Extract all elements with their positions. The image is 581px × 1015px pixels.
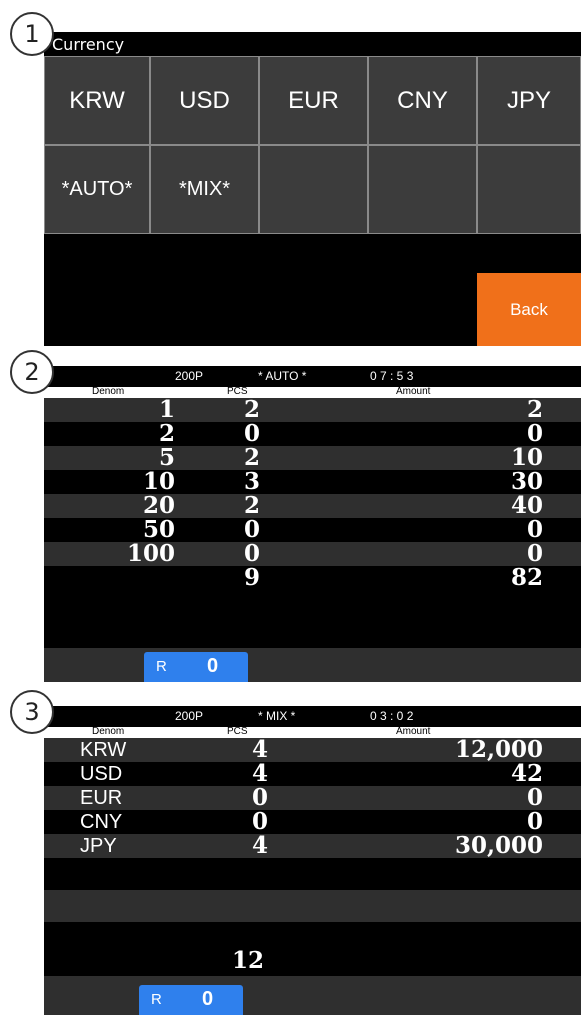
column-header: Denom PCS Amount	[44, 386, 581, 398]
footer-bar: R 0	[44, 976, 581, 1015]
currency-table: KRW 4 12,000 USD 4 42 EUR 0 0 CNY 0 0 JP…	[44, 738, 581, 922]
amount-value: 0	[526, 516, 543, 543]
pcs-header: PCS	[227, 726, 248, 737]
denom-value: 20	[142, 492, 175, 519]
empty-slot-button[interactable]	[477, 145, 581, 234]
table-row: 5 2 10	[44, 446, 581, 470]
screen-title: Currency	[52, 35, 125, 54]
step-badge-3: 3	[10, 690, 54, 734]
table-row: 50 0 0	[44, 518, 581, 542]
mode-label: * MIX *	[258, 709, 296, 723]
reject-label: R	[156, 658, 167, 675]
table-row: 1 2 2	[44, 398, 581, 422]
reject-counter-button[interactable]: R 0	[139, 985, 243, 1015]
amount-value: 0	[526, 808, 543, 835]
mix-count-screen: 200P * MIX * 0 3 : 0 2 Denom PCS Amount …	[44, 706, 581, 1015]
total-row: 9 82	[44, 566, 581, 590]
empty-slot-button[interactable]	[368, 145, 477, 234]
auto-count-screen: 200P * AUTO * 0 7 : 5 3 Denom PCS Amount…	[44, 366, 581, 682]
mix-mode-button[interactable]: *MIX*	[150, 145, 259, 234]
total-amount: 82	[510, 564, 543, 591]
amount-value: 30,000	[454, 832, 543, 859]
denom-value: 50	[142, 516, 175, 543]
table-row: USD 4 42	[44, 762, 581, 786]
reject-value: 0	[202, 988, 214, 1010]
denom-header: Denom	[92, 386, 125, 397]
denom-value: 1	[158, 396, 175, 423]
table-row: KRW 4 12,000	[44, 738, 581, 762]
pcs-value: 4	[252, 832, 269, 859]
pcs-value: 0	[252, 808, 269, 835]
amount-header: Amount	[396, 726, 431, 737]
denom-table: 1 2 2 2 0 0 5 2 10 10 3 30 20 2 40 50 0 …	[44, 398, 581, 590]
reject-value: 0	[207, 655, 219, 677]
mode-label: * AUTO *	[258, 369, 307, 383]
currency-code: KRW	[80, 739, 127, 761]
auto-mode-button[interactable]: *AUTO*	[44, 145, 150, 234]
pcs-value: 4	[252, 760, 269, 787]
reject-counter-button[interactable]: R 0	[144, 652, 248, 682]
denom-header: Denom	[92, 726, 125, 737]
table-row: 100 0 0	[44, 542, 581, 566]
reject-label: R	[151, 991, 162, 1008]
empty-row	[44, 858, 581, 890]
currency-code: CNY	[80, 811, 123, 833]
table-row: CNY 0 0	[44, 810, 581, 834]
total-row: 12	[44, 946, 581, 976]
step-badge-2: 2	[10, 350, 54, 394]
amount-value: 2	[526, 396, 543, 423]
pcs-value: 3	[244, 468, 261, 495]
pcs-value: 2	[244, 396, 261, 423]
step-badge-1: 1	[10, 12, 54, 56]
currency-cny-button[interactable]: CNY	[368, 56, 477, 145]
table-row: 10 3 30	[44, 470, 581, 494]
pcs-value: 4	[252, 736, 269, 763]
currency-usd-button[interactable]: USD	[150, 56, 259, 145]
clock: 0 3 : 0 2	[370, 709, 414, 723]
currency-screen: Currency KRW USD EUR CNY JPY *AUTO* *MIX…	[44, 32, 581, 346]
status-bar: 200P * MIX * 0 3 : 0 2	[44, 706, 581, 726]
batch-label: 200P	[175, 369, 204, 383]
currency-krw-button[interactable]: KRW	[44, 56, 150, 145]
status-bar: 200P * AUTO * 0 7 : 5 3	[44, 366, 581, 386]
currency-code: JPY	[80, 835, 117, 857]
amount-value: 0	[526, 420, 543, 447]
total-pcs: 9	[244, 564, 261, 591]
denom-value: 5	[158, 444, 175, 471]
currency-eur-button[interactable]: EUR	[259, 56, 368, 145]
pcs-value: 0	[244, 540, 261, 567]
amount-value: 10	[510, 444, 543, 471]
empty-slot-button[interactable]	[259, 145, 368, 234]
table-row: JPY 4 30,000	[44, 834, 581, 858]
clock: 0 7 : 5 3	[370, 369, 414, 383]
currency-code: EUR	[80, 787, 123, 809]
pcs-value: 0	[252, 784, 269, 811]
currency-jpy-button[interactable]: JPY	[477, 56, 581, 145]
amount-value: 40	[510, 492, 543, 519]
denom-value: 10	[142, 468, 175, 495]
pcs-value: 2	[244, 492, 261, 519]
denom-value: 2	[158, 420, 175, 447]
amount-header: Amount	[396, 386, 431, 397]
pcs-value: 2	[244, 444, 261, 471]
currency-grid: KRW USD EUR CNY JPY *AUTO* *MIX*	[44, 56, 581, 234]
amount-value: 12,000	[454, 736, 543, 763]
amount-value: 0	[526, 784, 543, 811]
footer-bar: R 0	[44, 648, 581, 682]
pcs-value: 0	[244, 516, 261, 543]
amount-value: 0	[526, 540, 543, 567]
batch-label: 200P	[175, 709, 204, 723]
amount-value: 30	[510, 468, 543, 495]
total-pcs: 12	[232, 947, 265, 974]
table-row: 2 0 0	[44, 422, 581, 446]
table-row: 20 2 40	[44, 494, 581, 518]
amount-value: 42	[510, 760, 543, 787]
pcs-value: 0	[244, 420, 261, 447]
back-button[interactable]: Back	[477, 273, 581, 346]
currency-code: USD	[80, 763, 123, 785]
table-row: EUR 0 0	[44, 786, 581, 810]
empty-row	[44, 890, 581, 922]
denom-value: 100	[126, 540, 175, 567]
